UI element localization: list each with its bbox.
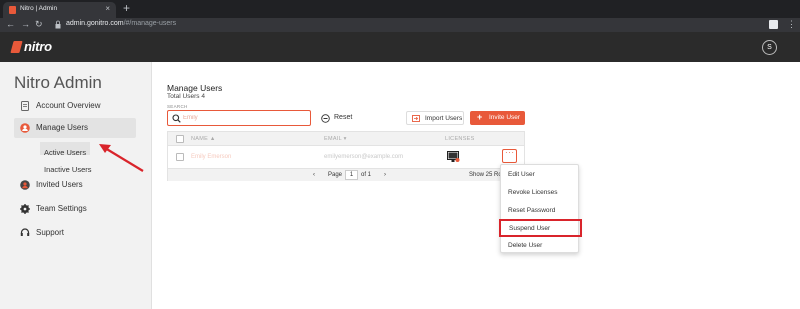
import-icon [412,115,420,122]
menu-item-edit-user[interactable]: Edit User [501,166,578,183]
menu-item-label: Delete User [508,242,543,249]
reload-icon[interactable]: ↻ [35,19,43,30]
users-icon [20,123,30,133]
sidebar-item-team-settings[interactable]: Team Settings [14,199,136,219]
reset-label: Reset [334,114,353,121]
menu-item-revoke-licenses[interactable]: Revoke Licenses [501,184,578,201]
sidebar-item-account-overview[interactable]: Account Overview [14,96,136,116]
table-row[interactable]: Emily Emerson emilyemerson@example.com ·… [168,146,524,168]
search-input[interactable] [183,113,303,123]
more-dots-icon: ··· [505,148,515,157]
profile-icon[interactable] [769,20,778,29]
tab-title: Nitro | Admin [20,5,58,12]
address-bar[interactable]: admin.gonitro.com/#/manage-users [66,20,176,27]
menu-item-label: Suspend User [509,225,551,232]
sidebar-subitem-inactive-users[interactable]: Inactive Users [40,159,96,174]
sidebar-item-label: Invited Users [36,180,83,189]
import-users-button[interactable]: Import Users [406,111,464,125]
url-path: /#/manage-users [123,20,177,27]
page-label: Page [328,172,343,178]
invite-user-label: Invite User [489,114,521,121]
lock-icon [55,20,61,29]
page-number-input[interactable]: 1 [345,170,358,180]
column-header-licenses: LICENSES [445,136,475,142]
user-email: emilyemerson@example.com [324,154,404,160]
menu-item-reset-password[interactable]: Reset Password [501,202,578,219]
plus-icon: + [477,112,483,122]
select-all-checkbox[interactable] [176,135,184,143]
url-host: admin.gonitro.com [66,20,124,27]
table-header: NAME ▲ EMAIL ▾ LICENSES [168,132,524,146]
user-avatar[interactable]: S [762,40,777,55]
nitro-logo-mark-icon [10,41,23,53]
import-users-label: Import Users [425,115,463,122]
sidebar-subitem-label: Inactive Users [44,165,92,174]
menu-item-suspend-user[interactable]: Suspend User [499,219,582,237]
browser-tab[interactable]: Nitro | Admin × [3,2,116,18]
menu-item-label: Revoke Licenses [508,189,558,196]
pagination: ‹ Page 1 of 1 › Show 25 Ro [168,168,524,181]
sidebar-subitem-label: Active Users [44,148,87,157]
menu-kebab-icon[interactable]: ⋮ [787,19,796,30]
sidebar-item-manage-users[interactable]: Manage Users [14,118,136,138]
row-actions-menu: Edit User Revoke Licenses Reset Password… [499,164,582,254]
column-header-email[interactable]: EMAIL ▾ [324,136,347,142]
page-title: Manage Users [167,83,223,93]
menu-item-delete-user[interactable]: Delete User [501,237,578,254]
logo-text: nitro [24,39,52,54]
nitro-favicon-icon [9,6,16,14]
gear-icon [20,204,30,214]
menu-item-label: Reset Password [508,207,556,214]
app-header: nitro S [0,32,800,62]
page-total: of 1 [361,172,372,178]
search-icon [172,114,181,123]
invite-user-button[interactable]: + Invite User [470,111,525,125]
browser-tabbar: Nitro | Admin × + [0,0,800,18]
sidebar-item-label: Team Settings [36,204,87,213]
sidebar-brand: Nitro Admin [14,73,102,92]
prev-page-icon[interactable]: ‹ [313,172,315,178]
search-field[interactable] [167,110,311,126]
reset-icon [321,114,330,123]
user-name: Emily Emerson [191,154,232,160]
page-size-select[interactable]: Show 25 Ro [469,172,502,178]
sidebar-item-support[interactable]: Support [14,223,136,243]
annotation-arrow-icon [99,144,144,172]
column-header-name[interactable]: NAME ▲ [191,136,216,142]
browser-toolbar: ← → ↻ admin.gonitro.com/#/manage-users ⋮ [0,18,800,32]
row-actions-button[interactable]: ··· [502,148,517,163]
total-users: Total Users 4 [167,93,205,100]
new-tab-icon[interactable]: + [123,1,130,15]
license-monitor-icon [447,151,460,162]
sidebar-item-label: Manage Users [36,123,89,132]
sidebar-subitem-active-users[interactable]: Active Users [40,142,91,157]
sidebar: Nitro Admin Account Overview Manage User… [0,62,152,309]
sidebar-item-label: Support [36,228,65,237]
forward-arrow-icon[interactable]: → [21,19,30,29]
row-checkbox[interactable] [176,153,184,161]
headset-icon [20,228,30,236]
next-page-icon[interactable]: › [384,172,386,178]
user-icon [20,180,30,190]
users-table: NAME ▲ EMAIL ▾ LICENSES Emily Emerson em… [167,131,525,181]
sidebar-item-label: Account Overview [36,101,101,110]
close-tab-icon[interactable]: × [105,4,110,13]
document-icon [21,101,29,111]
menu-item-label: Edit User [508,171,535,178]
back-arrow-icon[interactable]: ← [6,19,15,29]
search-label: SEARCH [167,104,188,109]
